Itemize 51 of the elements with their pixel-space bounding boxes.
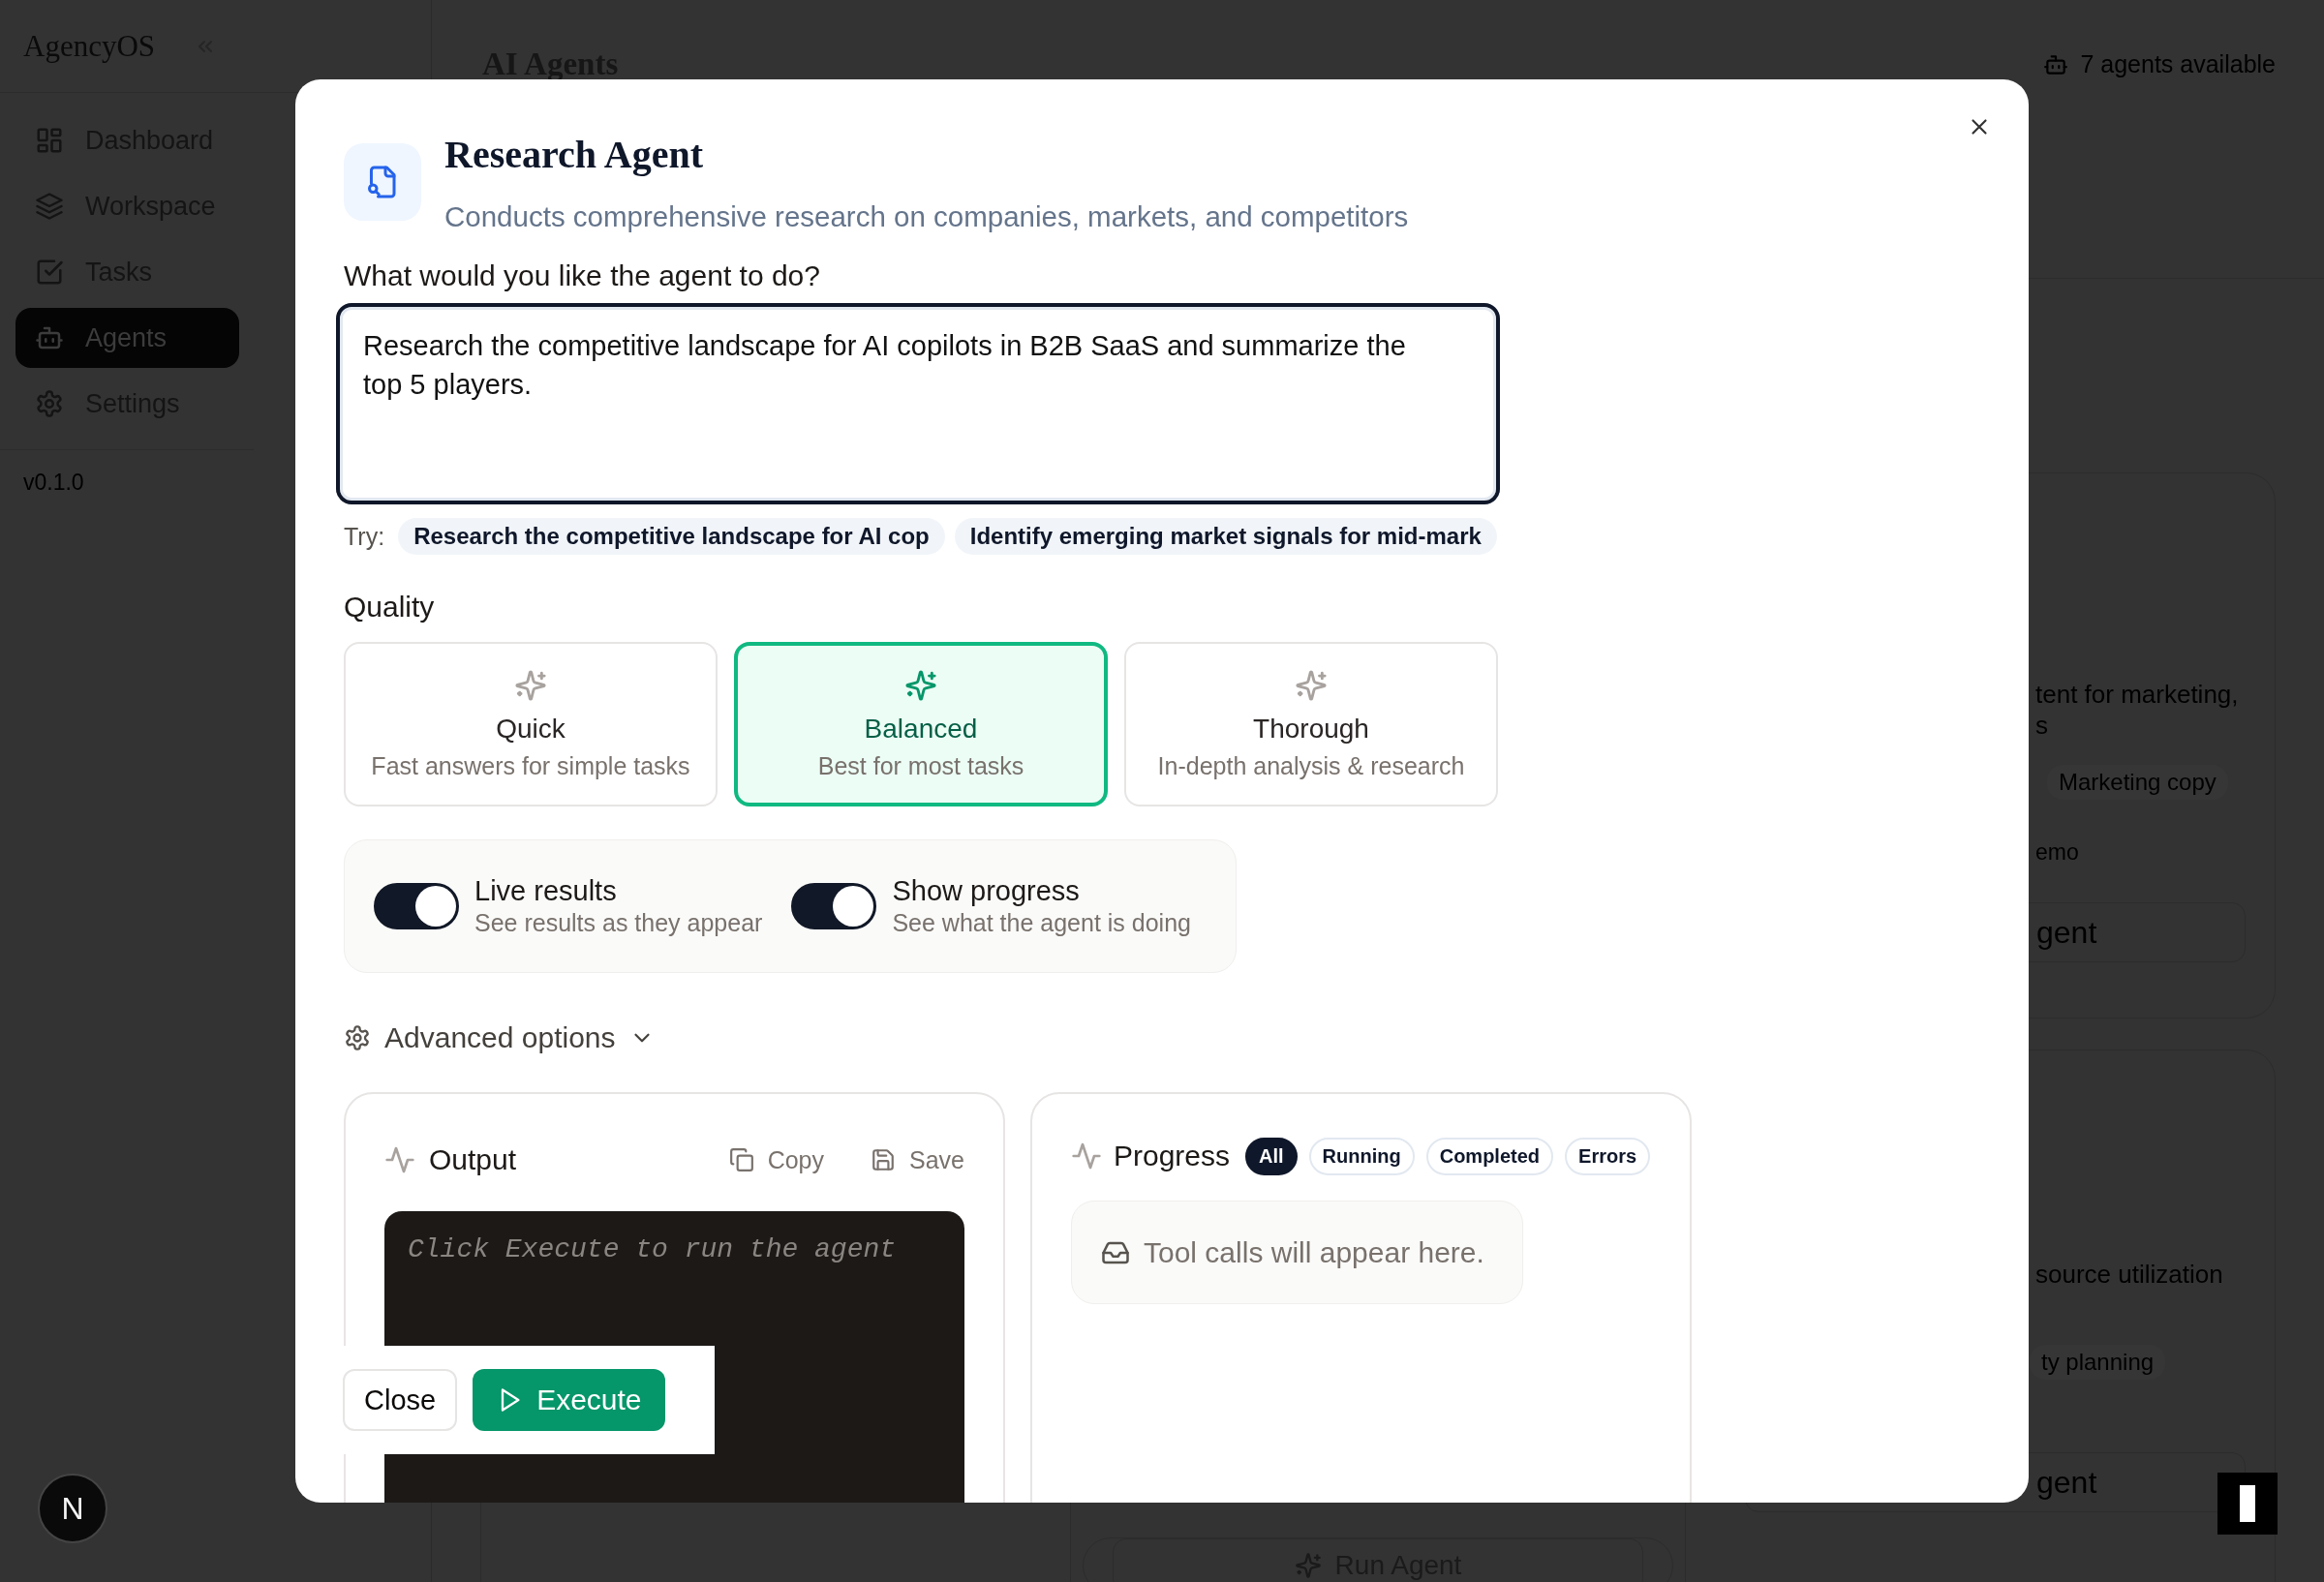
sparkles-icon — [1295, 668, 1328, 702]
dialog-description: Conducts comprehensive research on companies, markets, and competitors — [444, 199, 1409, 234]
option-description: Best for most tasks — [817, 751, 1024, 780]
toggle-switch[interactable] — [791, 883, 877, 929]
sparkles-icon — [904, 668, 937, 702]
copy-icon — [728, 1147, 754, 1172]
quality-option[interactable]: Quick Fast answers for simple tasks — [344, 642, 718, 806]
activity-icon — [1071, 1141, 1102, 1171]
sparkles-icon — [514, 668, 547, 702]
prompt-label: What would you like the agent to do? — [344, 259, 821, 293]
option-description: In-depth analysis & research — [1157, 751, 1465, 780]
toggle-label: Live results — [474, 874, 618, 907]
option-title: Thorough — [1253, 713, 1369, 745]
advanced-options-toggle[interactable]: Advanced options — [344, 1021, 655, 1054]
suggestion-chip[interactable]: Research the competitive landscape for AI cop — [398, 518, 945, 555]
corner-widget[interactable] — [2217, 1473, 2278, 1535]
dev-badge[interactable]: N — [38, 1474, 107, 1543]
dashboard-icon — [35, 126, 64, 155]
settings-icon — [344, 1024, 371, 1051]
filter-chip[interactable]: All — [1245, 1137, 1298, 1175]
toggle-description: See what the agent is doing — [892, 908, 1191, 938]
quality-option[interactable]: Thorough In-depth analysis & research — [1124, 642, 1498, 806]
toggle-switch[interactable] — [374, 883, 459, 929]
close-button[interactable]: Close — [343, 1369, 458, 1431]
save-icon — [871, 1147, 896, 1172]
option-title: Balanced — [864, 713, 978, 745]
suggestion-chip[interactable]: Identify emerging market signals for mid-mark — [954, 518, 1497, 555]
settings-icon — [35, 389, 64, 418]
try-label: Try: — [344, 522, 385, 551]
prompt-field[interactable]: Research the competitive landscape for AI copilots in B2B SaaS and summarize the top 5 players. — [336, 303, 1500, 504]
panel-title: Progress — [1114, 1140, 1231, 1172]
quality-label: Quality — [344, 590, 436, 624]
filter-chip[interactable]: Completed — [1425, 1137, 1554, 1175]
check-icon — [35, 258, 64, 287]
quality-option[interactable]: Balanced Best for most tasks — [734, 642, 1108, 806]
save-button[interactable]: Save — [871, 1145, 964, 1174]
execute-button[interactable]: Execute — [473, 1369, 665, 1431]
panel-title: Output — [429, 1143, 517, 1176]
filter-chip[interactable]: Errors — [1565, 1137, 1651, 1175]
file-search-icon — [344, 143, 421, 221]
layers-icon — [35, 192, 64, 221]
option-description: Fast answers for simple tasks — [371, 751, 690, 780]
dialog-title: Research Agent — [444, 132, 704, 178]
activity-icon — [384, 1144, 415, 1175]
option-title: Quick — [496, 713, 566, 745]
empty-text: Tool calls will appear here. — [1144, 1235, 1484, 1269]
toggle-label: Show progress — [892, 874, 1081, 907]
sparkles-icon — [1294, 1552, 1322, 1579]
copy-button[interactable]: Copy — [728, 1145, 824, 1174]
filter-chip[interactable]: Running — [1308, 1137, 1415, 1175]
toggle-description: See results as they appear — [474, 908, 763, 938]
